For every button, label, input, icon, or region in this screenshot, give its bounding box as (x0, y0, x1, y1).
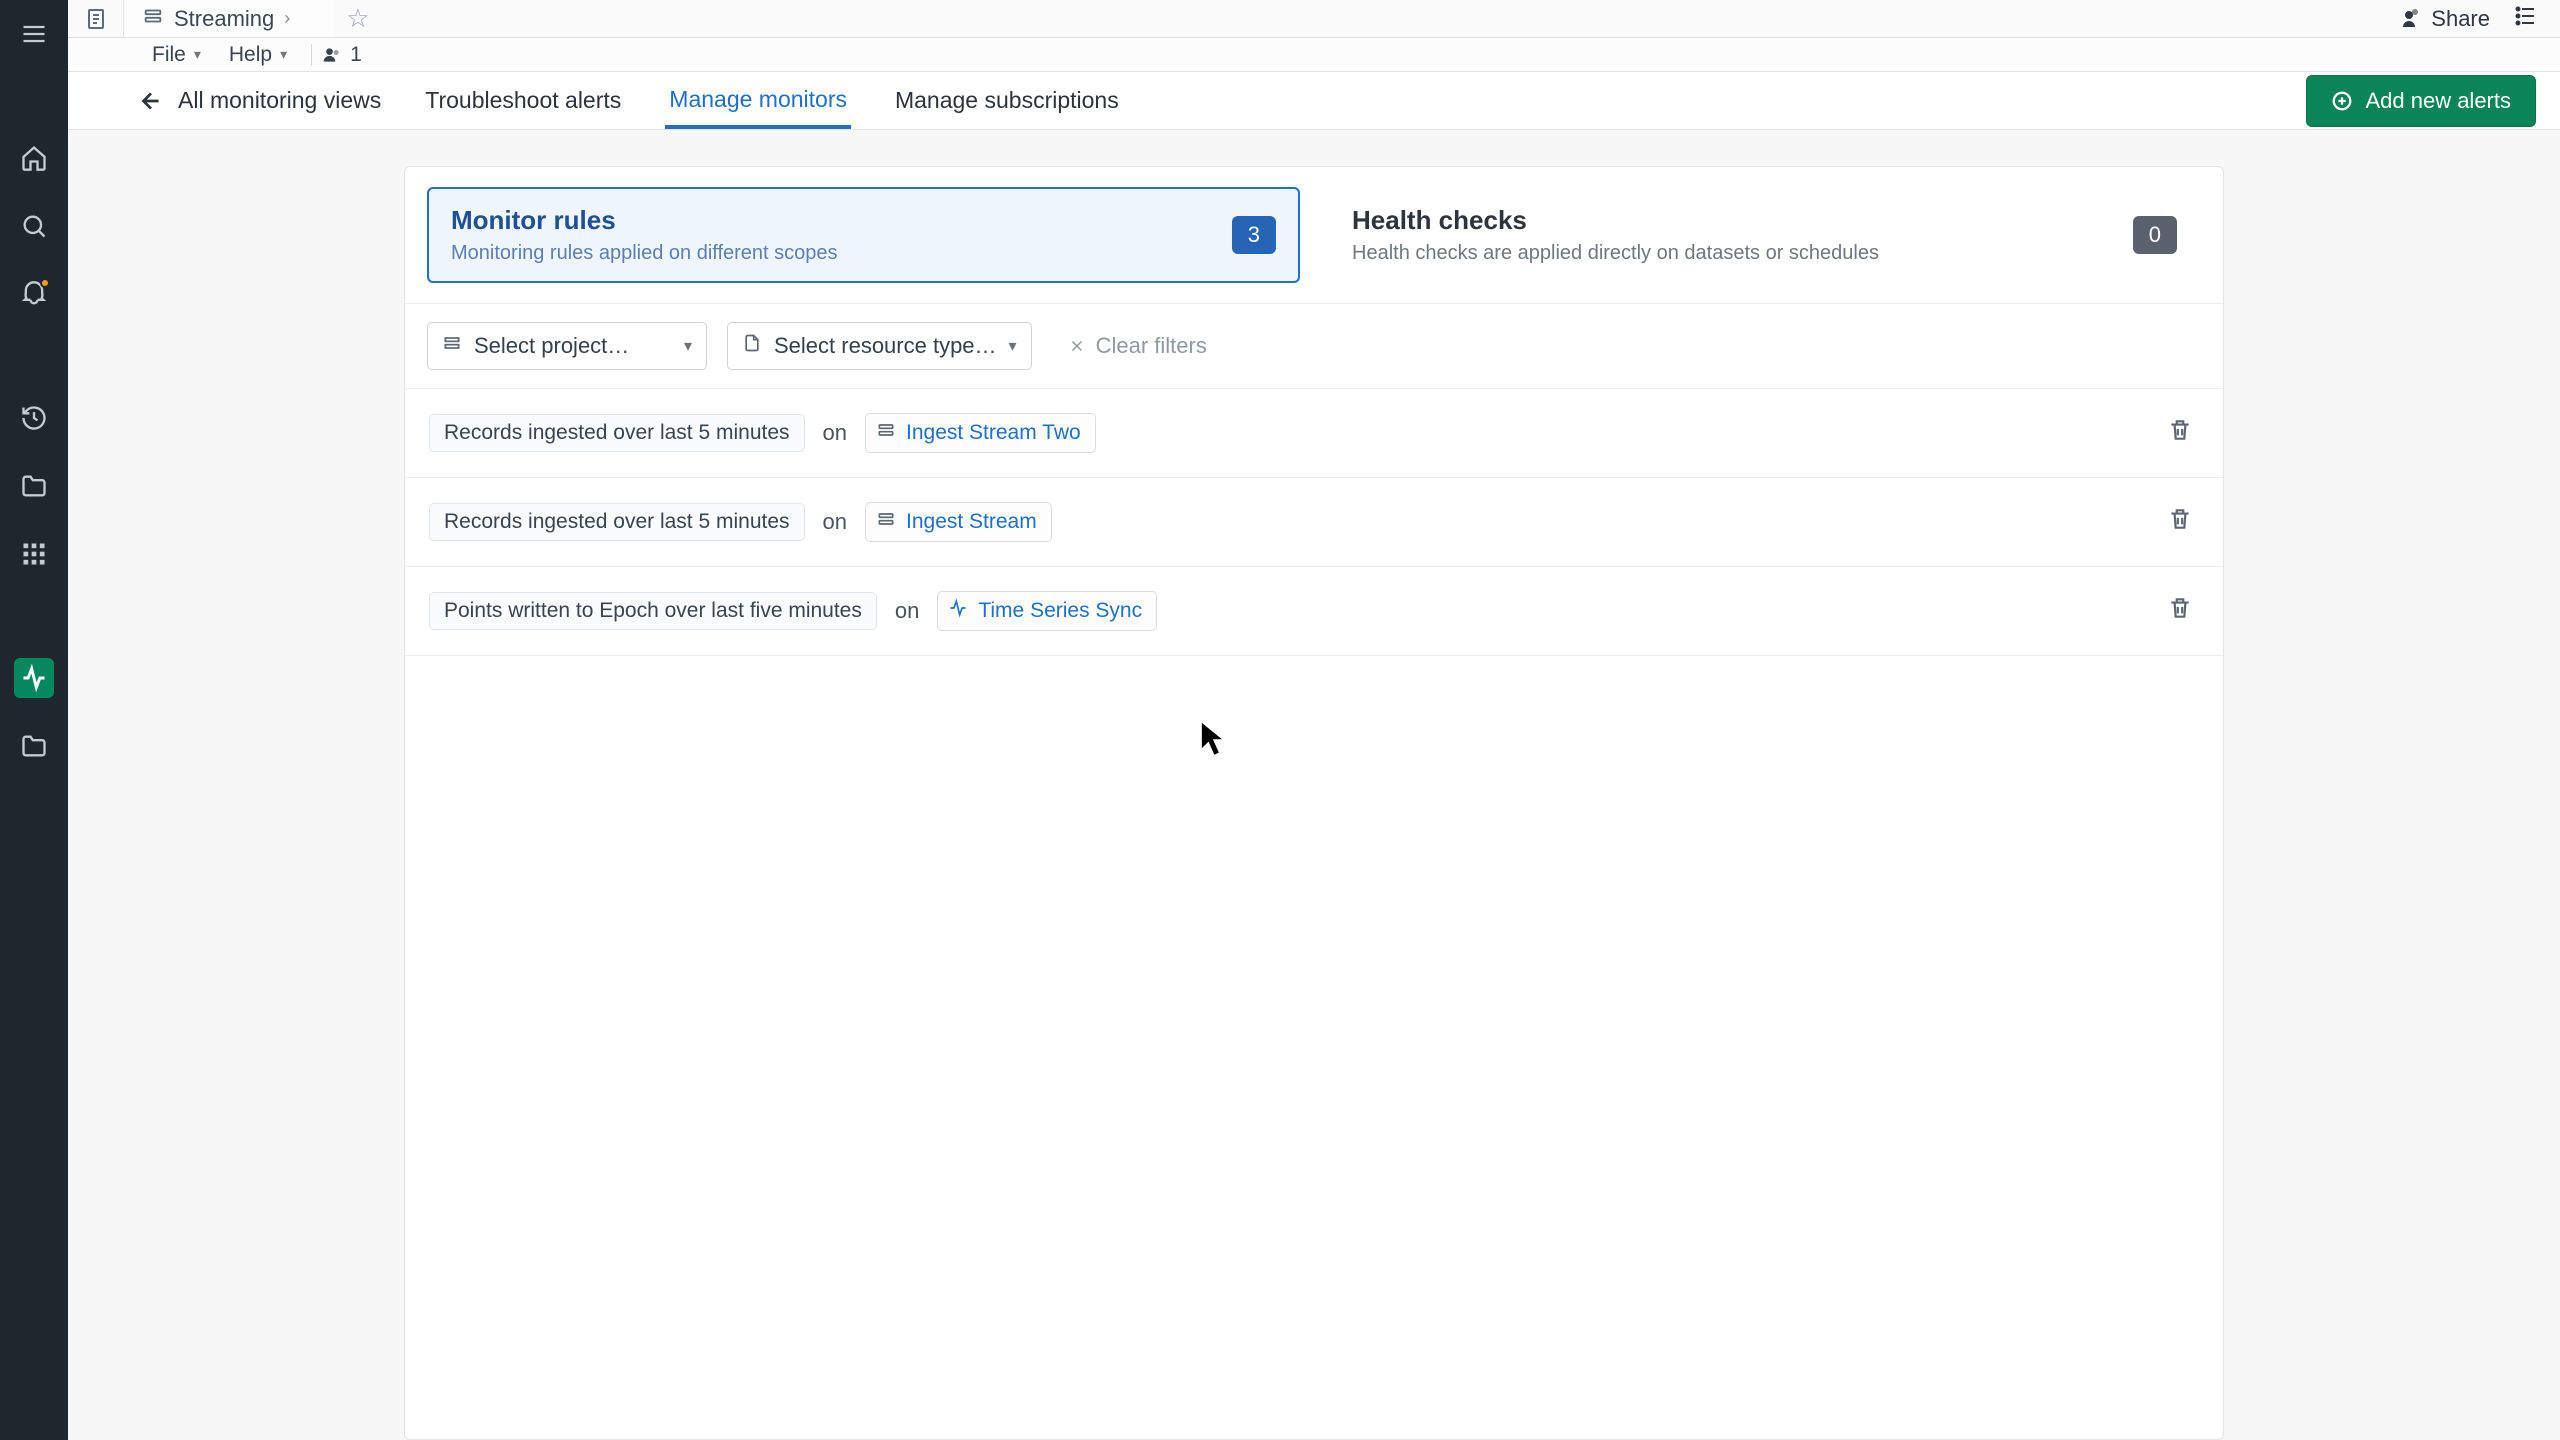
project-icon (442, 333, 462, 359)
resource-name: Ingest Stream Two (906, 421, 1081, 445)
monitors-panel: Monitor rules Monitoring rules applied o… (404, 166, 2224, 1440)
help-menu[interactable]: Help▾ (215, 43, 301, 67)
sync-icon (948, 598, 968, 624)
health-checks-subtitle: Health checks are applied directly on da… (1352, 242, 1879, 265)
caret-down-icon: ▾ (1009, 336, 1017, 356)
back-button[interactable]: All monitoring views (138, 87, 381, 114)
stream-icon (876, 420, 896, 446)
health-checks-card[interactable]: Health checks Health checks are applied … (1328, 187, 2201, 283)
stream-icon (142, 5, 164, 33)
rule-label: Points written to Epoch over last five m… (429, 592, 877, 630)
clear-filters-button[interactable]: Clear filters (1052, 333, 1207, 359)
resource-chip[interactable]: Time Series Sync (937, 591, 1157, 631)
history-icon[interactable] (14, 398, 54, 438)
monitor-rules-count-badge: 3 (1232, 216, 1276, 254)
resource-type-select[interactable]: Select resource type… ▾ (727, 322, 1032, 370)
rule-label: Records ingested over last 5 minutes (429, 503, 805, 541)
caret-down-icon: ▾ (684, 336, 692, 356)
filter-row: Select project… ▾ Select resource type… … (405, 304, 2223, 389)
resource-name: Time Series Sync (978, 599, 1142, 623)
file-icon (742, 333, 762, 359)
left-nav-rail (0, 0, 68, 1440)
caret-down-icon: ▾ (280, 46, 287, 63)
tab-troubleshoot-alerts[interactable]: Troubleshoot alerts (421, 73, 625, 128)
monitor-rules-title: Monitor rules (451, 205, 838, 236)
tab-manage-subscriptions[interactable]: Manage subscriptions (891, 73, 1123, 128)
caret-down-icon: ▾ (194, 46, 201, 63)
breadcrumb-tab[interactable]: Streaming › (124, 0, 334, 37)
divider (311, 44, 312, 66)
delete-rule-button[interactable] (2161, 500, 2199, 544)
search-icon[interactable] (14, 206, 54, 246)
project-select[interactable]: Select project… ▾ (427, 322, 707, 370)
share-button[interactable]: Share (2397, 6, 2490, 32)
rule-label: Records ingested over last 5 minutes (429, 414, 805, 452)
monitoring-icon[interactable] (14, 658, 54, 698)
card-row: Monitor rules Monitoring rules applied o… (405, 167, 2223, 304)
hamburger-icon[interactable] (14, 14, 54, 54)
delete-rule-button[interactable] (2161, 589, 2199, 633)
monitor-rules-card[interactable]: Monitor rules Monitoring rules applied o… (427, 187, 1300, 283)
stream-icon (876, 509, 896, 535)
add-alerts-label: Add new alerts (2365, 88, 2511, 114)
rule-row[interactable]: Records ingested over last 5 minuteson In… (405, 478, 2223, 567)
document-icon[interactable] (68, 0, 124, 38)
content-area: Monitor rules Monitoring rules applied o… (68, 130, 2560, 1440)
monitor-rules-subtitle: Monitoring rules applied on different sc… (451, 242, 838, 265)
delete-rule-button[interactable] (2161, 411, 2199, 455)
tab-manage-monitors[interactable]: Manage monitors (665, 72, 851, 129)
apps-grid-icon[interactable] (14, 534, 54, 574)
folder-alt-icon[interactable] (14, 726, 54, 766)
health-checks-count-badge: 0 (2133, 216, 2177, 254)
user-count[interactable]: 1 (322, 43, 362, 67)
clear-filters-label: Clear filters (1096, 333, 1207, 359)
on-word: on (877, 598, 937, 624)
file-menu[interactable]: File▾ (138, 43, 215, 67)
rules-list: Records ingested over last 5 minutesonIn… (405, 389, 2223, 656)
page-container: Streaming › ☆ Share File▾ Help▾ 1 (68, 0, 2560, 1440)
project-select-label: Select project… (474, 333, 629, 359)
action-bar: All monitoring views Troubleshoot alerts… (68, 72, 2560, 130)
on-word: on (805, 509, 865, 535)
health-checks-title: Health checks (1352, 205, 1879, 236)
breadcrumb-title: Streaming (174, 6, 274, 32)
share-label: Share (2431, 6, 2490, 32)
home-icon[interactable] (14, 138, 54, 178)
favorite-star-icon[interactable]: ☆ (334, 3, 369, 34)
notification-dot (40, 278, 50, 288)
add-new-alerts-button[interactable]: Add new alerts (2306, 75, 2536, 127)
resource-chip[interactable]: Ingest Stream Two (865, 413, 1096, 453)
resource-select-label: Select resource type… (774, 333, 997, 359)
menu-bar: File▾ Help▾ 1 (68, 38, 2560, 72)
resource-chip[interactable]: Ingest Stream (865, 502, 1052, 542)
on-word: on (805, 420, 865, 446)
breadcrumb-bar: Streaming › ☆ Share (68, 0, 2560, 38)
resource-name: Ingest Stream (906, 510, 1037, 534)
panel-toggle-icon[interactable] (2514, 4, 2538, 33)
rule-row[interactable]: Records ingested over last 5 minuteson In… (405, 389, 2223, 478)
back-label: All monitoring views (178, 87, 381, 114)
chevron-right-icon: › (284, 8, 290, 29)
folder-icon[interactable] (14, 466, 54, 506)
notifications-icon[interactable] (14, 274, 54, 314)
rule-row[interactable]: Points written to Epoch over last five m… (405, 567, 2223, 656)
